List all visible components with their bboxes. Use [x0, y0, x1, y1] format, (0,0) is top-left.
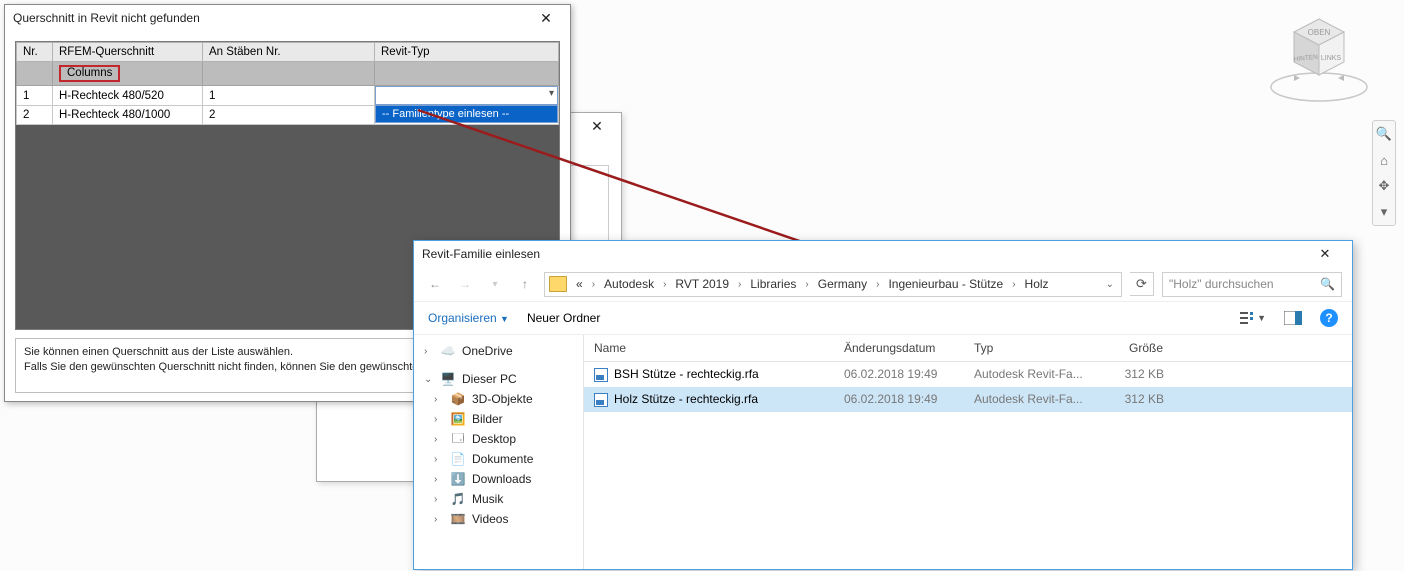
tree-documents[interactable]: ›📄Dokumente — [418, 449, 579, 469]
file-list[interactable]: Name Änderungsdatum Typ Größe BSH Stütze… — [584, 335, 1352, 569]
cell-rfem: H-Rechteck 480/520 — [53, 86, 203, 106]
cell-nr: 2 — [17, 106, 53, 125]
nav-up-button[interactable]: ↑ — [514, 273, 536, 295]
nav-recent-button[interactable]: ▾ — [484, 273, 506, 295]
col-name[interactable]: Name — [584, 335, 834, 361]
chevron-down-icon: ▾ — [549, 88, 554, 99]
file-row-selected[interactable]: Holz Stütze - rechteckig.rfa 06.02.2018 … — [584, 387, 1352, 412]
preview-pane-button[interactable] — [1280, 307, 1306, 329]
search-input[interactable]: "Holz" durchsuchen 🔍 — [1162, 272, 1342, 297]
close-button[interactable]: ✕ — [528, 7, 564, 29]
chevron-down-icon[interactable]: ⌄ — [1103, 279, 1117, 290]
nav-back-button[interactable]: ← — [424, 273, 446, 295]
toolbar-chevron-icon[interactable]: ▾ — [1373, 199, 1395, 225]
file-dialog-title: Revit-Familie einlesen — [422, 247, 540, 261]
viewcube[interactable]: OBEN LINKS HINTEN — [1264, 5, 1374, 105]
crumb-seg[interactable]: RVT 2019 — [671, 275, 733, 293]
organise-button[interactable]: Organisieren ▼ — [428, 311, 509, 325]
help-button[interactable]: ? — [1320, 309, 1338, 327]
col-stab[interactable]: An Stäben Nr. — [203, 43, 375, 62]
file-dialog-titlebar[interactable]: Revit-Familie einlesen ✕ — [414, 241, 1352, 267]
cell-stab: 2 — [203, 106, 375, 125]
close-icon[interactable]: ✕ — [579, 115, 615, 137]
col-size[interactable]: Größe — [1094, 335, 1174, 361]
col-nr[interactable]: Nr. — [17, 43, 53, 62]
crumb-seg[interactable]: Libraries — [746, 275, 800, 293]
file-open-dialog: Revit-Familie einlesen ✕ ← → ▾ ↑ «› Auto… — [413, 240, 1353, 570]
refresh-button[interactable]: ⟳ — [1130, 272, 1154, 296]
folder-tree[interactable]: ›☁️OneDrive ⌄🖥️Dieser PC ›📦3D-Objekte ›🖼… — [414, 335, 584, 569]
revit-type-dropdown[interactable]: ▾ -- Familientype einlesen -- — [375, 86, 558, 105]
breadcrumb[interactable]: «› Autodesk› RVT 2019› Libraries› German… — [544, 272, 1122, 297]
crumb-seg[interactable]: « — [572, 275, 587, 293]
tree-3d-objects[interactable]: ›📦3D-Objekte — [418, 389, 579, 409]
toolbar-pan-icon[interactable]: ✥ — [1373, 173, 1395, 199]
dialog-titlebar[interactable]: Querschnitt in Revit nicht gefunden ✕ — [5, 5, 570, 31]
tree-downloads[interactable]: ›⬇️Downloads — [418, 469, 579, 489]
cell-nr: 1 — [17, 86, 53, 106]
viewcube-right: LINKS — [1321, 55, 1342, 62]
table-row[interactable]: 1 H-Rechteck 480/520 1 ▾ -- Familientype… — [17, 86, 559, 106]
toolbar-home-icon[interactable]: ⌂ — [1373, 147, 1395, 173]
rfa-file-icon — [594, 368, 608, 382]
cell-stab: 1 — [203, 86, 375, 106]
tree-videos[interactable]: ›🎞️Videos — [418, 509, 579, 529]
rfa-file-icon — [594, 393, 608, 407]
group-label: Columns — [59, 65, 120, 82]
tree-desktop[interactable]: ›🗔Desktop — [418, 429, 579, 449]
dialog-title: Querschnitt in Revit nicht gefunden — [13, 11, 200, 25]
col-revit[interactable]: Revit-Typ — [375, 43, 559, 62]
group-row-columns[interactable]: Columns — [17, 62, 559, 86]
crumb-seg[interactable]: Ingenieurbau - Stütze — [884, 275, 1007, 293]
new-folder-button[interactable]: Neuer Ordner — [527, 311, 600, 325]
view-options-button[interactable]: ▼ — [1240, 307, 1266, 329]
viewcube-top: OBEN — [1308, 28, 1331, 37]
col-date[interactable]: Änderungsdatum — [834, 335, 964, 361]
file-row[interactable]: BSH Stütze - rechteckig.rfa 06.02.2018 1… — [584, 362, 1352, 387]
side-toolbar: 🔍 ⌂ ✥ ▾ — [1372, 120, 1396, 226]
tree-onedrive[interactable]: ›☁️OneDrive — [418, 341, 579, 361]
dropdown-option-load-family[interactable]: -- Familientype einlesen -- — [376, 106, 557, 122]
cell-rfem: H-Rechteck 480/1000 — [53, 106, 203, 125]
crumb-seg[interactable]: Germany — [814, 275, 871, 293]
search-icon: 🔍 — [1320, 277, 1335, 291]
crumb-seg[interactable]: Holz — [1021, 275, 1053, 293]
crumb-seg[interactable]: Autodesk — [600, 275, 658, 293]
folder-icon — [549, 276, 567, 292]
close-button[interactable]: ✕ — [1304, 242, 1346, 266]
col-type[interactable]: Typ — [964, 335, 1094, 361]
grid-header-row: Nr. RFEM-Querschnitt An Stäben Nr. Revit… — [17, 43, 559, 62]
search-placeholder: "Holz" durchsuchen — [1169, 277, 1274, 291]
nav-forward-button: → — [454, 273, 476, 295]
toolbar-zoom-icon[interactable]: 🔍 — [1373, 121, 1395, 147]
tree-this-pc[interactable]: ⌄🖥️Dieser PC — [418, 369, 579, 389]
revit-type-dropdown-list[interactable]: -- Familientype einlesen -- — [375, 105, 558, 123]
list-header[interactable]: Name Änderungsdatum Typ Größe — [584, 335, 1352, 362]
tree-music[interactable]: ›🎵Musik — [418, 489, 579, 509]
tree-pictures[interactable]: ›🖼️Bilder — [418, 409, 579, 429]
col-rfem[interactable]: RFEM-Querschnitt — [53, 43, 203, 62]
